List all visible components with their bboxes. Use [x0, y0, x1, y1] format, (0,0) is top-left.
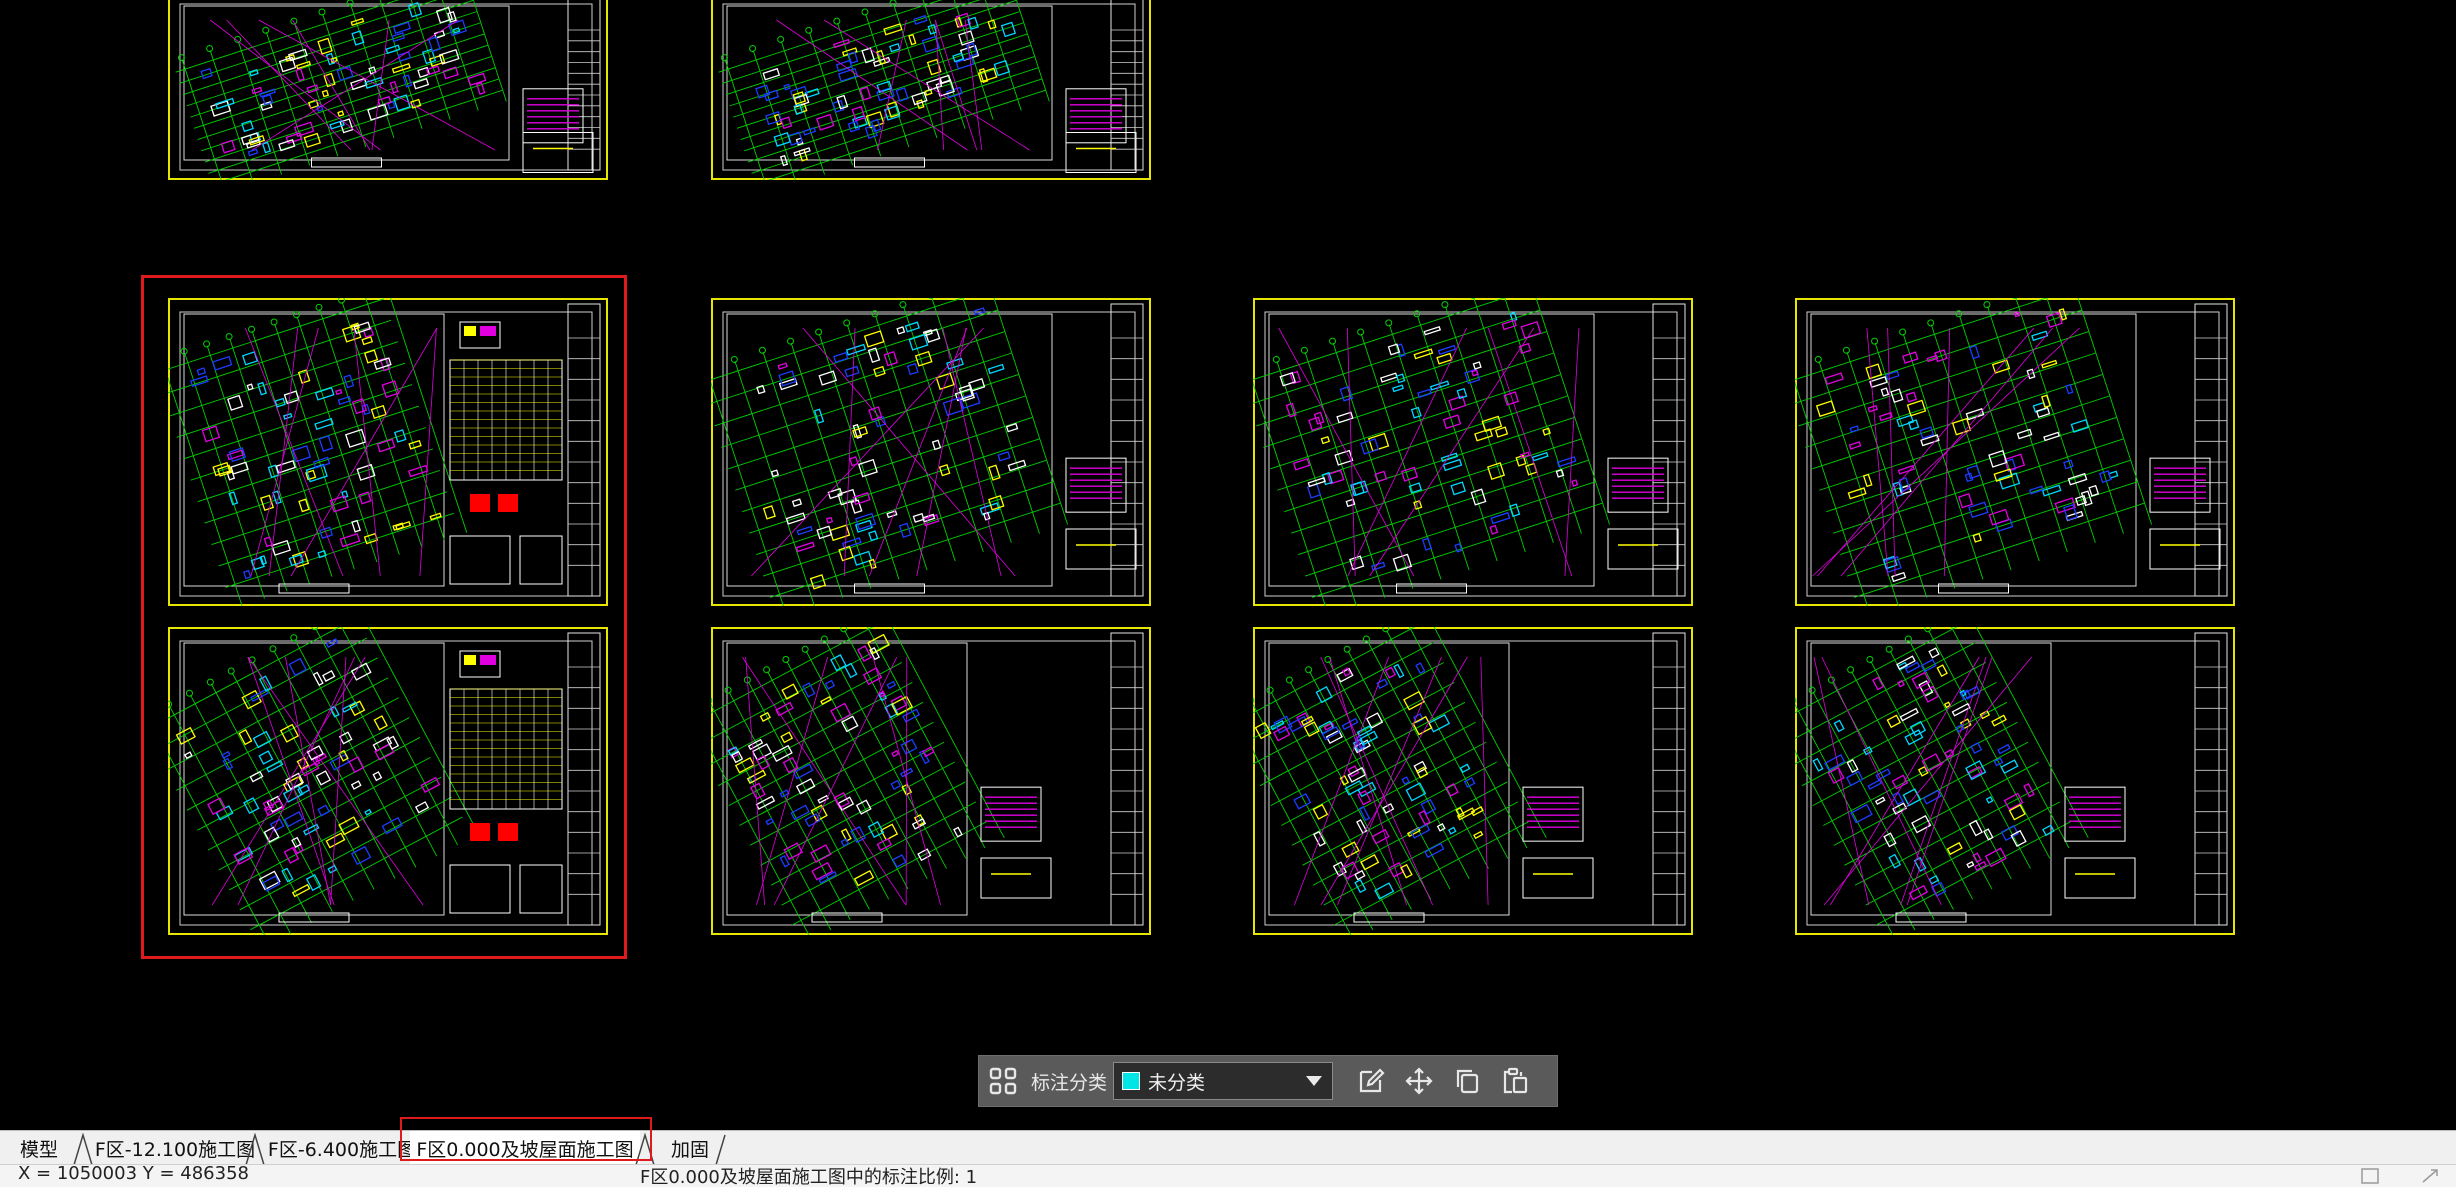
sheet-drawing — [1253, 298, 1693, 606]
copy-button[interactable] — [1443, 1059, 1491, 1103]
annotation-toolbar: 标注分类 未分类 — [978, 1055, 1558, 1107]
edit-annotation-button[interactable] — [1347, 1059, 1395, 1103]
status-message: F区0.000及坡屋面施工图中的标注比例: 1 — [640, 1167, 978, 1187]
move-icon — [1405, 1067, 1433, 1095]
status-bar: X = 1050003 Y = 486358 F区0.000及坡屋面施工图中的标… — [0, 1164, 2456, 1187]
tab-label: F区-12.100施工图 — [94, 1138, 256, 1161]
grid-four-icon — [989, 1067, 1017, 1095]
tab-separator — [715, 1134, 726, 1165]
move-button[interactable] — [1395, 1059, 1443, 1103]
layout-sheet[interactable] — [168, 0, 608, 180]
layout-sheet[interactable] — [711, 0, 1151, 180]
chevron-down-icon — [1306, 1076, 1323, 1086]
layout-sheet[interactable] — [711, 627, 1151, 935]
sheet-drawing — [711, 627, 1151, 935]
tab-f-0000-roof[interactable]: F区0.000及坡屋面施工图 — [410, 1131, 640, 1165]
layout-tab-bar: 模型 F区-12.100施工图 F区-6.400施工图 F区0.000及坡屋面施… — [0, 1130, 2456, 1165]
edit-icon — [1359, 1068, 1385, 1093]
tab-label: F区-6.400施工图 — [267, 1138, 417, 1161]
layout-sheet[interactable] — [1795, 298, 2235, 606]
tab-separator — [73, 1133, 93, 1165]
sheet-drawing — [1795, 627, 2235, 935]
paste-button[interactable] — [1491, 1059, 1539, 1103]
tab-reinforcement[interactable]: 加固 — [660, 1131, 720, 1165]
selection-highlight — [141, 275, 627, 959]
tab-separator — [245, 1133, 265, 1165]
tab-label: 模型 — [19, 1138, 58, 1161]
layout-sheet[interactable] — [1253, 298, 1693, 606]
category-label: 标注分类 — [1031, 1071, 1108, 1094]
expand-icon[interactable] — [2420, 1167, 2440, 1185]
tab-label: 加固 — [670, 1138, 709, 1161]
tab-f-12100[interactable]: F区-12.100施工图 — [94, 1131, 256, 1165]
layout-sheet[interactable] — [711, 298, 1151, 606]
paste-icon — [1503, 1067, 1528, 1094]
tab-separator — [635, 1133, 655, 1165]
sheet-drawing — [711, 298, 1151, 606]
copy-icon — [1456, 1069, 1479, 1094]
tab-model[interactable]: 模型 — [4, 1131, 74, 1165]
tab-label: F区0.000及坡屋面施工图 — [416, 1138, 634, 1161]
sheet-drawing — [168, 0, 608, 180]
category-dropdown[interactable]: 未分类 — [1113, 1062, 1334, 1100]
sheet-drawing — [1253, 627, 1693, 935]
category-color-swatch — [1122, 1072, 1141, 1090]
cursor-coordinates: X = 1050003 Y = 486358 — [18, 1164, 249, 1184]
tab-f-6400[interactable]: F区-6.400施工图 — [266, 1131, 418, 1165]
layout-sheet[interactable] — [1253, 627, 1693, 935]
layout-sheet[interactable] — [1795, 627, 2235, 935]
drawing-canvas[interactable]: 标注分类 未分类 — [0, 0, 2456, 1130]
layout-icon[interactable] — [2360, 1167, 2380, 1185]
category-value: 未分类 — [1148, 1071, 1206, 1094]
grid-view-button[interactable] — [979, 1059, 1027, 1103]
sheet-drawing — [1795, 298, 2235, 606]
sheet-drawing — [711, 0, 1151, 180]
